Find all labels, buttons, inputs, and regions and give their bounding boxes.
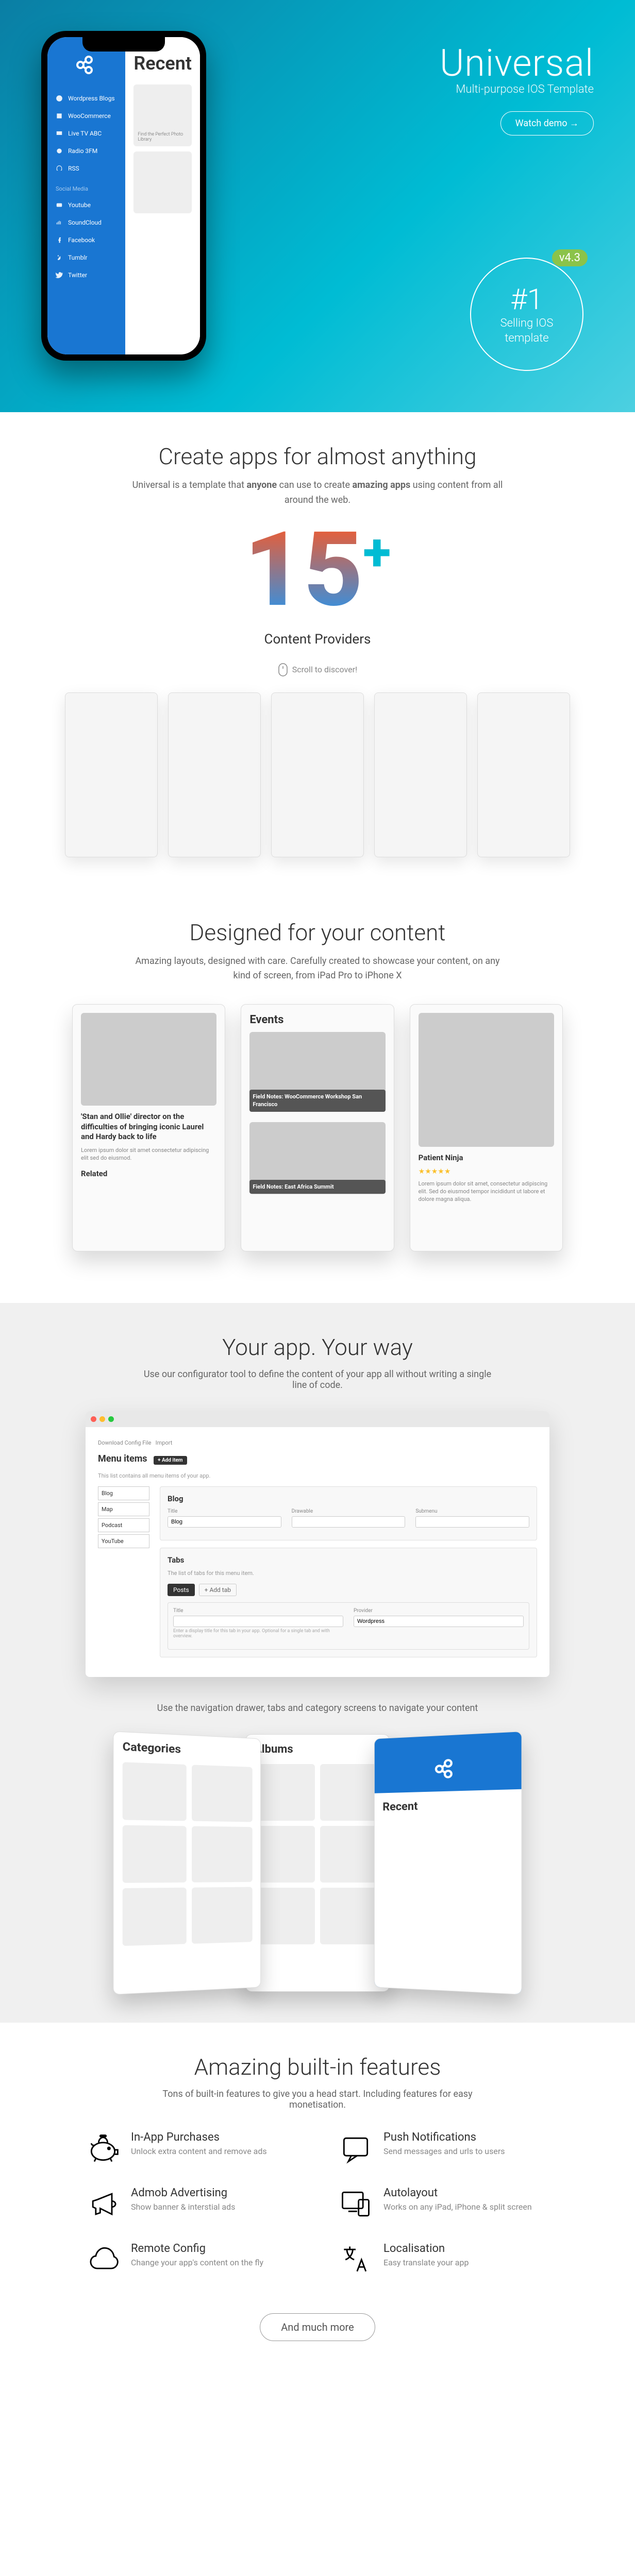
feature-item: Remote ConfigChange your app's content o… bbox=[86, 2242, 297, 2277]
nav-desc: Use the navigation drawer, tabs and cate… bbox=[153, 1703, 482, 1714]
hero-subtitle: Multi-purpose IOS Template bbox=[237, 83, 594, 96]
nav-mockup: Albums bbox=[245, 1734, 390, 1992]
config-heading: Menu items + Add item bbox=[98, 1453, 537, 1464]
layout-mockup: 'Stan and Ollie' director on the difficu… bbox=[72, 1004, 225, 1251]
provider-select[interactable] bbox=[354, 1616, 524, 1627]
section-desc: Universal is a template that anyone can … bbox=[127, 478, 508, 508]
menu-list-item[interactable]: Podcast bbox=[98, 1518, 149, 1532]
drawer-item: Radio 3FM bbox=[47, 142, 125, 160]
piggy-bank-icon bbox=[86, 2131, 121, 2166]
title-input[interactable] bbox=[168, 1516, 281, 1528]
feature-item: LocalisationEasy translate your app bbox=[338, 2242, 549, 2277]
ranking-badge: v4.3 #1 Selling IOStemplate bbox=[470, 258, 583, 371]
drawer-item: SoundCloud bbox=[47, 214, 125, 231]
drawer-item: Wordpress Blogs bbox=[47, 90, 125, 107]
content-card: Find the Perfect Photo Library bbox=[133, 84, 192, 146]
navigation-mockups: Categories Albums Recent bbox=[41, 1734, 594, 1992]
menu-list-item[interactable]: Map bbox=[98, 1502, 149, 1516]
menu-list-item[interactable]: YouTube bbox=[98, 1534, 149, 1548]
app-logo-icon bbox=[47, 47, 125, 90]
section-desc: Use our configurator tool to define the … bbox=[137, 1369, 498, 1391]
window-titlebar bbox=[86, 1411, 549, 1427]
hero-title: Universal bbox=[237, 41, 594, 85]
phone-mockup: Wordpress Blogs WooCommerce Live TV ABC … bbox=[41, 31, 206, 361]
tab-title-input[interactable] bbox=[173, 1616, 343, 1627]
drawable-input[interactable] bbox=[292, 1516, 406, 1528]
layout-mockup: Events Field Notes: WooCommerce Workshop… bbox=[241, 1004, 394, 1251]
drawer-item: Youtube bbox=[47, 196, 125, 214]
submenu-input[interactable] bbox=[415, 1516, 529, 1528]
features-section: Amazing built-in features Tons of built-… bbox=[0, 2023, 635, 2372]
drawer-section-label: Social Media bbox=[47, 181, 125, 196]
cloud-icon bbox=[86, 2242, 121, 2277]
zoom-dot-icon bbox=[108, 1416, 114, 1422]
providers-label: Content Providers bbox=[41, 632, 594, 647]
add-item-button[interactable]: + Add item bbox=[154, 1456, 187, 1465]
section-title: Designed for your content bbox=[41, 919, 594, 946]
scroll-hint: Scroll to discover! bbox=[41, 663, 594, 677]
content-card bbox=[133, 151, 192, 213]
devices-icon bbox=[338, 2187, 373, 2222]
minimize-dot-icon bbox=[99, 1416, 105, 1422]
layout-mockup: Patient Ninja ★★★★★ Lorem ipsum dolor si… bbox=[410, 1004, 563, 1251]
drawer-item: Live TV ABC bbox=[47, 125, 125, 142]
close-dot-icon bbox=[91, 1416, 96, 1422]
designed-section: Designed for your content Amazing layout… bbox=[0, 888, 635, 1303]
your-app-section: Your app. Your way Use our configurator … bbox=[0, 1303, 635, 2023]
watch-demo-button[interactable]: Watch demo → bbox=[500, 111, 594, 135]
app-logo-icon bbox=[433, 1755, 459, 1782]
nav-mockup: Recent bbox=[374, 1731, 522, 1995]
badge-number: #1 bbox=[510, 282, 543, 316]
feature-item: In-App PurchasesUnlock extra content and… bbox=[86, 2131, 297, 2166]
config-panel-tabs: Tabs The list of tabs for this menu item… bbox=[160, 1548, 537, 1657]
section-title: Your app. Your way bbox=[41, 1334, 594, 1361]
more-features-button[interactable]: And much more bbox=[260, 2313, 375, 2341]
configurator-window: Download Config File Import Menu items +… bbox=[86, 1411, 549, 1677]
drawer-item: RSS bbox=[47, 160, 125, 177]
section-desc: Tons of built-in features to give you a … bbox=[137, 2089, 498, 2110]
providers-count: 15+ bbox=[41, 518, 594, 621]
translate-icon bbox=[338, 2242, 373, 2277]
menu-list-item[interactable]: Blog bbox=[98, 1486, 149, 1500]
version-badge: v4.3 bbox=[552, 249, 588, 266]
chat-bubble-icon bbox=[338, 2131, 373, 2166]
drawer-item: Twitter bbox=[47, 266, 125, 284]
drawer-item: WooCommerce bbox=[47, 107, 125, 125]
drawer-item: Tumblr bbox=[47, 249, 125, 266]
nav-mockup: Categories bbox=[113, 1731, 261, 1995]
mouse-icon bbox=[278, 663, 288, 677]
provider-mockups bbox=[41, 692, 594, 857]
feature-item: Admob AdvertisingShow banner & interstia… bbox=[86, 2187, 297, 2222]
navigation-drawer: Wordpress Blogs WooCommerce Live TV ABC … bbox=[47, 37, 125, 354]
feature-item: AutolayoutWorks on any iPad, iPhone & sp… bbox=[338, 2187, 549, 2222]
config-panel-blog: Blog Title Drawable Submenu bbox=[160, 1486, 537, 1540]
hero-section: Wordpress Blogs WooCommerce Live TV ABC … bbox=[0, 0, 635, 412]
create-apps-section: Create apps for almost anything Universa… bbox=[0, 412, 635, 888]
section-title: Amazing built-in features bbox=[41, 2054, 594, 2080]
feature-item: Push NotificationsSend messages and urls… bbox=[338, 2131, 549, 2166]
section-desc: Amazing layouts, designed with care. Car… bbox=[127, 954, 508, 984]
content-title: Recent bbox=[133, 53, 192, 74]
section-title: Create apps for almost anything bbox=[41, 443, 594, 470]
drawer-item: Facebook bbox=[47, 231, 125, 249]
megaphone-icon bbox=[86, 2187, 121, 2222]
